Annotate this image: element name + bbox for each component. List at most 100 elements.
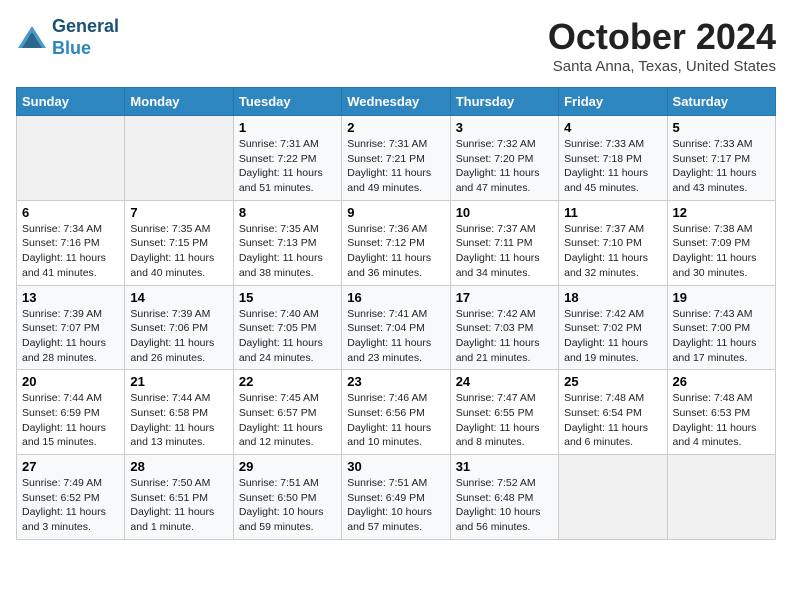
day-info: Sunrise: 7:48 AMSunset: 6:54 PMDaylight:… <box>564 391 661 450</box>
calendar-cell: 6Sunrise: 7:34 AMSunset: 7:16 PMDaylight… <box>17 200 125 285</box>
calendar-cell <box>667 455 775 540</box>
calendar-week-row: 27 Sunrise: 7:49 AMSunset: 6:52 PMDayligh… <box>17 455 776 540</box>
calendar-cell: 28 Sunrise: 7:50 AMSunset: 6:51 PMDayligh… <box>125 455 233 540</box>
title-block: October 2024 Santa Anna, Texas, United S… <box>548 16 776 75</box>
day-info: Sunrise: 7:33 AMSunset: 7:17 PMDaylight:… <box>673 137 770 196</box>
day-number: 4 <box>564 120 661 135</box>
calendar-cell: 9 Sunrise: 7:36 AMSunset: 7:12 PMDaylight… <box>342 200 450 285</box>
day-info: Sunrise: 7:36 AMSunset: 7:12 PMDaylight:… <box>347 222 444 281</box>
day-number: 22 <box>239 374 336 389</box>
day-number: 18 <box>564 290 661 305</box>
day-info: Sunrise: 7:40 AMSunset: 7:05 PMDaylight:… <box>239 307 336 366</box>
day-info: Sunrise: 7:44 AMSunset: 6:58 PMDaylight:… <box>130 391 227 450</box>
day-number: 24 <box>456 374 553 389</box>
calendar-cell: 15Sunrise: 7:40 AMSunset: 7:05 PMDayligh… <box>233 285 341 370</box>
calendar-cell: 24 Sunrise: 7:47 AMSunset: 6:55 PMDayligh… <box>450 370 558 455</box>
calendar-cell: 31 Sunrise: 7:52 AMSunset: 6:48 PMDayligh… <box>450 455 558 540</box>
day-number: 25 <box>564 374 661 389</box>
calendar-cell: 30 Sunrise: 7:51 AMSunset: 6:49 PMDayligh… <box>342 455 450 540</box>
day-number: 2 <box>347 120 444 135</box>
day-number: 26 <box>673 374 770 389</box>
day-number: 8 <box>239 205 336 220</box>
day-number: 29 <box>239 459 336 474</box>
day-info: Sunrise: 7:48 AMSunset: 6:53 PMDaylight:… <box>673 391 770 450</box>
day-info: Sunrise: 7:33 AMSunset: 7:18 PMDaylight:… <box>564 137 661 196</box>
day-number: 19 <box>673 290 770 305</box>
day-number: 12 <box>673 205 770 220</box>
day-number: 11 <box>564 205 661 220</box>
weekday-header: Thursday <box>450 88 558 116</box>
calendar-header: SundayMondayTuesdayWednesdayThursdayFrid… <box>17 88 776 116</box>
calendar-cell: 17Sunrise: 7:42 AMSunset: 7:03 PMDayligh… <box>450 285 558 370</box>
day-number: 13 <box>22 290 119 305</box>
day-number: 6 <box>22 205 119 220</box>
logo-icon <box>16 24 48 52</box>
calendar-cell: 16 Sunrise: 7:41 AMSunset: 7:04 PMDayligh… <box>342 285 450 370</box>
day-number: 16 <box>347 290 444 305</box>
day-number: 27 <box>22 459 119 474</box>
weekday-header: Friday <box>559 88 667 116</box>
day-number: 20 <box>22 374 119 389</box>
calendar-week-row: 13 Sunrise: 7:39 AMSunset: 7:07 PMDayligh… <box>17 285 776 370</box>
day-info: Sunrise: 7:43 AMSunset: 7:00 PMDaylight:… <box>673 307 770 366</box>
weekday-header: Saturday <box>667 88 775 116</box>
day-info: Sunrise: 7:47 AMSunset: 6:55 PMDaylight:… <box>456 391 553 450</box>
calendar-cell: 23Sunrise: 7:46 AMSunset: 6:56 PMDayligh… <box>342 370 450 455</box>
day-info: Sunrise: 7:38 AMSunset: 7:09 PMDaylight:… <box>673 222 770 281</box>
day-info: Sunrise: 7:39 AMSunset: 7:07 PMDaylight:… <box>22 307 119 366</box>
day-number: 31 <box>456 459 553 474</box>
day-info: Sunrise: 7:42 AMSunset: 7:02 PMDaylight:… <box>564 307 661 366</box>
day-number: 23 <box>347 374 444 389</box>
calendar-body: 1Sunrise: 7:31 AMSunset: 7:22 PMDaylight… <box>17 116 776 540</box>
day-number: 21 <box>130 374 227 389</box>
day-number: 10 <box>456 205 553 220</box>
calendar-cell: 20Sunrise: 7:44 AMSunset: 6:59 PMDayligh… <box>17 370 125 455</box>
calendar-week-row: 1Sunrise: 7:31 AMSunset: 7:22 PMDaylight… <box>17 116 776 201</box>
calendar-cell: 22Sunrise: 7:45 AMSunset: 6:57 PMDayligh… <box>233 370 341 455</box>
calendar-cell: 1Sunrise: 7:31 AMSunset: 7:22 PMDaylight… <box>233 116 341 201</box>
day-info: Sunrise: 7:51 AMSunset: 6:50 PMDaylight:… <box>239 476 336 535</box>
calendar-cell <box>559 455 667 540</box>
day-info: Sunrise: 7:52 AMSunset: 6:48 PMDaylight:… <box>456 476 553 535</box>
calendar-cell: 27 Sunrise: 7:49 AMSunset: 6:52 PMDayligh… <box>17 455 125 540</box>
day-info: Sunrise: 7:41 AMSunset: 7:04 PMDaylight:… <box>347 307 444 366</box>
calendar-cell <box>17 116 125 201</box>
day-info: Sunrise: 7:31 AMSunset: 7:21 PMDaylight:… <box>347 137 444 196</box>
day-info: Sunrise: 7:37 AMSunset: 7:10 PMDaylight:… <box>564 222 661 281</box>
day-info: Sunrise: 7:37 AMSunset: 7:11 PMDaylight:… <box>456 222 553 281</box>
logo-text: General Blue <box>52 16 119 59</box>
day-number: 14 <box>130 290 227 305</box>
calendar-cell: 29 Sunrise: 7:51 AMSunset: 6:50 PMDayligh… <box>233 455 341 540</box>
day-info: Sunrise: 7:51 AMSunset: 6:49 PMDaylight:… <box>347 476 444 535</box>
day-info: Sunrise: 7:49 AMSunset: 6:52 PMDaylight:… <box>22 476 119 535</box>
calendar-cell: 11 Sunrise: 7:37 AMSunset: 7:10 PMDayligh… <box>559 200 667 285</box>
day-number: 7 <box>130 205 227 220</box>
weekday-row: SundayMondayTuesdayWednesdayThursdayFrid… <box>17 88 776 116</box>
day-info: Sunrise: 7:39 AMSunset: 7:06 PMDaylight:… <box>130 307 227 366</box>
day-info: Sunrise: 7:32 AMSunset: 7:20 PMDaylight:… <box>456 137 553 196</box>
calendar-cell: 2 Sunrise: 7:31 AMSunset: 7:21 PMDaylight… <box>342 116 450 201</box>
calendar-cell: 14 Sunrise: 7:39 AMSunset: 7:06 PMDayligh… <box>125 285 233 370</box>
day-number: 30 <box>347 459 444 474</box>
day-number: 9 <box>347 205 444 220</box>
calendar-week-row: 20Sunrise: 7:44 AMSunset: 6:59 PMDayligh… <box>17 370 776 455</box>
weekday-header: Monday <box>125 88 233 116</box>
day-info: Sunrise: 7:50 AMSunset: 6:51 PMDaylight:… <box>130 476 227 535</box>
day-info: Sunrise: 7:31 AMSunset: 7:22 PMDaylight:… <box>239 137 336 196</box>
calendar-cell: 7Sunrise: 7:35 AMSunset: 7:15 PMDaylight… <box>125 200 233 285</box>
calendar-cell: 3 Sunrise: 7:32 AMSunset: 7:20 PMDaylight… <box>450 116 558 201</box>
calendar-cell: 4 Sunrise: 7:33 AMSunset: 7:18 PMDaylight… <box>559 116 667 201</box>
day-number: 28 <box>130 459 227 474</box>
day-number: 3 <box>456 120 553 135</box>
calendar-week-row: 6Sunrise: 7:34 AMSunset: 7:16 PMDaylight… <box>17 200 776 285</box>
location: Santa Anna, Texas, United States <box>548 58 776 75</box>
weekday-header: Sunday <box>17 88 125 116</box>
page-header: General Blue October 2024 Santa Anna, Te… <box>16 16 776 75</box>
day-info: Sunrise: 7:35 AMSunset: 7:13 PMDaylight:… <box>239 222 336 281</box>
weekday-header: Tuesday <box>233 88 341 116</box>
day-number: 17 <box>456 290 553 305</box>
calendar-cell: 25 Sunrise: 7:48 AMSunset: 6:54 PMDayligh… <box>559 370 667 455</box>
calendar-cell <box>125 116 233 201</box>
month-title: October 2024 <box>548 16 776 58</box>
calendar-cell: 5Sunrise: 7:33 AMSunset: 7:17 PMDaylight… <box>667 116 775 201</box>
